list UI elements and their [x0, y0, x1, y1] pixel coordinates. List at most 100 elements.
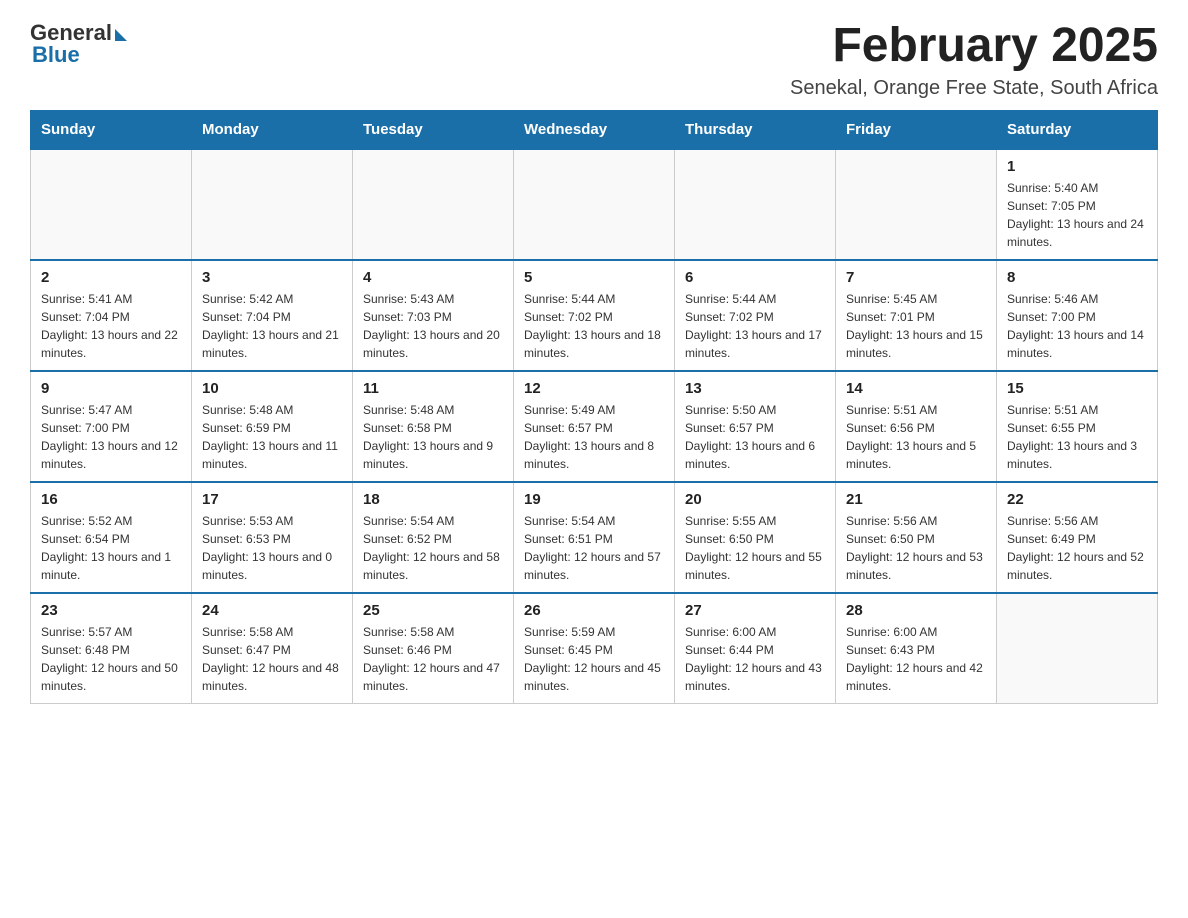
calendar-cell: 10 Sunrise: 5:48 AM Sunset: 6:59 PM Dayli… — [192, 371, 353, 482]
day-number: 2 — [41, 269, 181, 286]
calendar-cell: 19 Sunrise: 5:54 AM Sunset: 6:51 PM Dayli… — [514, 482, 675, 593]
calendar-cell: 3 Sunrise: 5:42 AM Sunset: 7:04 PM Daylig… — [192, 260, 353, 371]
day-info: Sunrise: 5:55 AM Sunset: 6:50 PM Dayligh… — [685, 512, 825, 584]
day-info: Sunrise: 5:45 AM Sunset: 7:01 PM Dayligh… — [846, 290, 986, 362]
calendar-cell: 26Sunrise: 5:59 AM Sunset: 6:45 PM Dayli… — [514, 593, 675, 704]
day-number: 6 — [685, 269, 825, 286]
day-info: Sunrise: 5:56 AM Sunset: 6:50 PM Dayligh… — [846, 512, 986, 584]
calendar-cell: 12 Sunrise: 5:49 AM Sunset: 6:57 PM Dayli… — [514, 371, 675, 482]
day-number: 25 — [363, 602, 503, 619]
calendar-cell: 11 Sunrise: 5:48 AM Sunset: 6:58 PM Dayli… — [353, 371, 514, 482]
day-number: 5 — [524, 269, 664, 286]
calendar-header-row: SundayMondayTuesdayWednesdayThursdayFrid… — [31, 110, 1158, 149]
day-number: 9 — [41, 380, 181, 397]
calendar-cell: 6 Sunrise: 5:44 AM Sunset: 7:02 PM Daylig… — [675, 260, 836, 371]
day-info: Sunrise: 5:48 AM Sunset: 6:59 PM Dayligh… — [202, 401, 342, 473]
day-info: Sunrise: 5:54 AM Sunset: 6:52 PM Dayligh… — [363, 512, 503, 584]
day-number: 24 — [202, 602, 342, 619]
day-number: 10 — [202, 380, 342, 397]
day-number: 7 — [846, 269, 986, 286]
day-info: Sunrise: 6:00 AM Sunset: 6:43 PM Dayligh… — [846, 623, 986, 695]
day-number: 19 — [524, 491, 664, 508]
day-number: 14 — [846, 380, 986, 397]
day-info: Sunrise: 5:44 AM Sunset: 7:02 PM Dayligh… — [685, 290, 825, 362]
calendar-cell — [353, 149, 514, 260]
location-subtitle: Senekal, Orange Free State, South Africa — [790, 77, 1158, 100]
calendar-header-tuesday: Tuesday — [353, 110, 514, 149]
calendar-cell: 9 Sunrise: 5:47 AM Sunset: 7:00 PM Daylig… — [31, 371, 192, 482]
calendar-cell: 23 Sunrise: 5:57 AM Sunset: 6:48 PM Dayli… — [31, 593, 192, 704]
day-number: 26 — [524, 602, 664, 619]
calendar-header-thursday: Thursday — [675, 110, 836, 149]
calendar-week-row-3: 9 Sunrise: 5:47 AM Sunset: 7:00 PM Daylig… — [31, 371, 1158, 482]
day-number: 21 — [846, 491, 986, 508]
day-info: Sunrise: 5:50 AM Sunset: 6:57 PM Dayligh… — [685, 401, 825, 473]
day-info: Sunrise: 5:58 AM Sunset: 6:46 PM Dayligh… — [363, 623, 503, 695]
day-info: Sunrise: 5:46 AM Sunset: 7:00 PM Dayligh… — [1007, 290, 1147, 362]
calendar-cell: 27 Sunrise: 6:00 AM Sunset: 6:44 PM Dayli… — [675, 593, 836, 704]
day-number: 17 — [202, 491, 342, 508]
calendar-cell: 15Sunrise: 5:51 AM Sunset: 6:55 PM Dayli… — [997, 371, 1158, 482]
day-info: Sunrise: 5:58 AM Sunset: 6:47 PM Dayligh… — [202, 623, 342, 695]
day-number: 28 — [846, 602, 986, 619]
day-number: 12 — [524, 380, 664, 397]
day-info: Sunrise: 5:51 AM Sunset: 6:56 PM Dayligh… — [846, 401, 986, 473]
day-info: Sunrise: 5:48 AM Sunset: 6:58 PM Dayligh… — [363, 401, 503, 473]
day-number: 27 — [685, 602, 825, 619]
calendar-cell — [675, 149, 836, 260]
day-number: 3 — [202, 269, 342, 286]
calendar-week-row-2: 2 Sunrise: 5:41 AM Sunset: 7:04 PM Daylig… — [31, 260, 1158, 371]
calendar-cell — [514, 149, 675, 260]
calendar-cell: 17 Sunrise: 5:53 AM Sunset: 6:53 PM Dayli… — [192, 482, 353, 593]
day-info: Sunrise: 6:00 AM Sunset: 6:44 PM Dayligh… — [685, 623, 825, 695]
calendar-header-monday: Monday — [192, 110, 353, 149]
calendar-cell — [31, 149, 192, 260]
day-number: 23 — [41, 602, 181, 619]
calendar-cell — [836, 149, 997, 260]
logo: General Blue — [30, 20, 127, 68]
day-number: 20 — [685, 491, 825, 508]
calendar-cell — [192, 149, 353, 260]
day-info: Sunrise: 5:40 AM Sunset: 7:05 PM Dayligh… — [1007, 179, 1147, 251]
calendar-cell: 4 Sunrise: 5:43 AM Sunset: 7:03 PM Daylig… — [353, 260, 514, 371]
calendar-header-wednesday: Wednesday — [514, 110, 675, 149]
calendar-cell: 24 Sunrise: 5:58 AM Sunset: 6:47 PM Dayli… — [192, 593, 353, 704]
day-number: 11 — [363, 380, 503, 397]
day-number: 22 — [1007, 491, 1147, 508]
calendar-header-friday: Friday — [836, 110, 997, 149]
calendar-week-row-1: 1Sunrise: 5:40 AM Sunset: 7:05 PM Daylig… — [31, 149, 1158, 260]
calendar-cell: 5 Sunrise: 5:44 AM Sunset: 7:02 PM Daylig… — [514, 260, 675, 371]
logo-arrow-icon — [115, 29, 127, 41]
day-info: Sunrise: 5:41 AM Sunset: 7:04 PM Dayligh… — [41, 290, 181, 362]
day-number: 4 — [363, 269, 503, 286]
calendar-cell — [997, 593, 1158, 704]
day-info: Sunrise: 5:47 AM Sunset: 7:00 PM Dayligh… — [41, 401, 181, 473]
calendar-week-row-4: 16 Sunrise: 5:52 AM Sunset: 6:54 PM Dayli… — [31, 482, 1158, 593]
day-info: Sunrise: 5:53 AM Sunset: 6:53 PM Dayligh… — [202, 512, 342, 584]
day-info: Sunrise: 5:49 AM Sunset: 6:57 PM Dayligh… — [524, 401, 664, 473]
day-info: Sunrise: 5:52 AM Sunset: 6:54 PM Dayligh… — [41, 512, 181, 584]
calendar-cell: 21 Sunrise: 5:56 AM Sunset: 6:50 PM Dayli… — [836, 482, 997, 593]
calendar-cell: 18Sunrise: 5:54 AM Sunset: 6:52 PM Dayli… — [353, 482, 514, 593]
day-number: 16 — [41, 491, 181, 508]
calendar-cell: 13Sunrise: 5:50 AM Sunset: 6:57 PM Dayli… — [675, 371, 836, 482]
calendar-cell: 14 Sunrise: 5:51 AM Sunset: 6:56 PM Dayli… — [836, 371, 997, 482]
day-info: Sunrise: 5:44 AM Sunset: 7:02 PM Dayligh… — [524, 290, 664, 362]
calendar-cell: 7 Sunrise: 5:45 AM Sunset: 7:01 PM Daylig… — [836, 260, 997, 371]
day-info: Sunrise: 5:42 AM Sunset: 7:04 PM Dayligh… — [202, 290, 342, 362]
month-title: February 2025 — [790, 20, 1158, 73]
calendar-week-row-5: 23 Sunrise: 5:57 AM Sunset: 6:48 PM Dayli… — [31, 593, 1158, 704]
day-info: Sunrise: 5:56 AM Sunset: 6:49 PM Dayligh… — [1007, 512, 1147, 584]
day-info: Sunrise: 5:43 AM Sunset: 7:03 PM Dayligh… — [363, 290, 503, 362]
day-info: Sunrise: 5:57 AM Sunset: 6:48 PM Dayligh… — [41, 623, 181, 695]
calendar-header-saturday: Saturday — [997, 110, 1158, 149]
calendar-cell: 25 Sunrise: 5:58 AM Sunset: 6:46 PM Dayli… — [353, 593, 514, 704]
calendar-cell: 20 Sunrise: 5:55 AM Sunset: 6:50 PM Dayli… — [675, 482, 836, 593]
calendar-cell: 28 Sunrise: 6:00 AM Sunset: 6:43 PM Dayli… — [836, 593, 997, 704]
day-info: Sunrise: 5:51 AM Sunset: 6:55 PM Dayligh… — [1007, 401, 1147, 473]
title-section: February 2025 Senekal, Orange Free State… — [790, 20, 1158, 100]
day-info: Sunrise: 5:54 AM Sunset: 6:51 PM Dayligh… — [524, 512, 664, 584]
calendar-header-sunday: Sunday — [31, 110, 192, 149]
calendar-cell: 16 Sunrise: 5:52 AM Sunset: 6:54 PM Dayli… — [31, 482, 192, 593]
page-header: General Blue February 2025 Senekal, Oran… — [30, 20, 1158, 100]
